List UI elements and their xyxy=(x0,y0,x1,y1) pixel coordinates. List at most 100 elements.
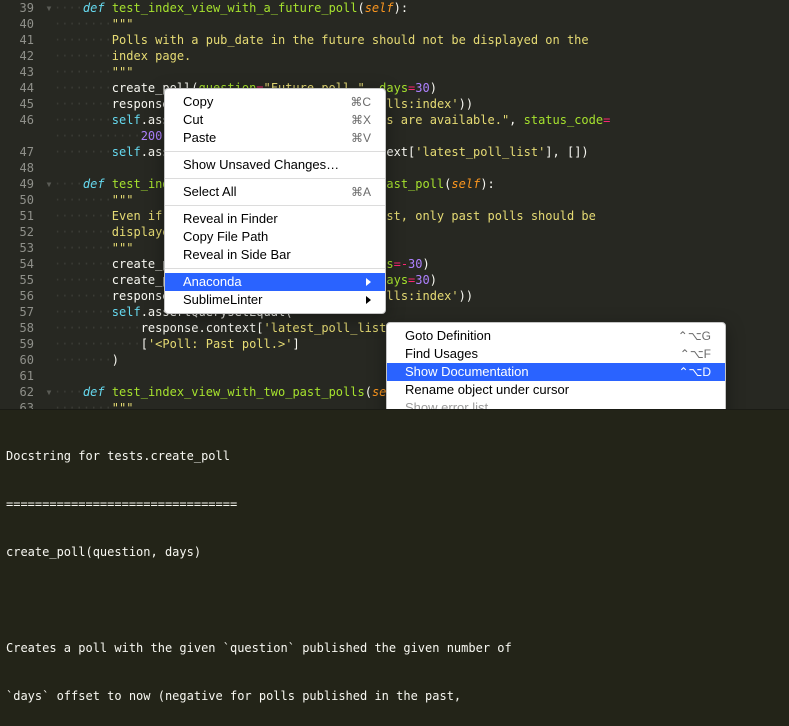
code-line[interactable]: 51········Even if both past and future p… xyxy=(0,208,789,224)
menu-item-label: SublimeLinter xyxy=(183,291,263,309)
code-line[interactable]: 55········create_poll(question="Future p… xyxy=(0,272,789,288)
code-line[interactable]: ············200) xyxy=(0,128,789,144)
fold-marker xyxy=(44,96,54,112)
submenu-arrow-icon xyxy=(366,296,371,304)
context-menu-item[interactable]: Select All ⌘A xyxy=(165,183,385,201)
fold-marker xyxy=(44,160,54,176)
menu-item-label: Show Documentation xyxy=(405,363,529,381)
menu-item-label: Reveal in Side Bar xyxy=(183,246,291,264)
fold-marker xyxy=(44,112,54,128)
fold-marker: ▾ xyxy=(44,176,54,192)
anaconda-menu-item[interactable]: Show Documentation⌃⌥D xyxy=(387,363,725,381)
menu-separator xyxy=(165,178,385,179)
context-menu-item[interactable]: Paste ⌘V xyxy=(165,129,385,147)
submenu-arrow-icon xyxy=(366,278,371,286)
menu-item-label: Reveal in Finder xyxy=(183,210,278,228)
menu-item-label: Find Usages xyxy=(405,345,478,363)
line-number: 46 xyxy=(0,112,44,128)
line-number: 50 xyxy=(0,192,44,208)
code-content[interactable]: ····def test_index_view_with_a_future_po… xyxy=(54,0,789,16)
code-line[interactable]: 42 ········index page. xyxy=(0,48,789,64)
fold-marker xyxy=(44,304,54,320)
fold-marker xyxy=(44,352,54,368)
line-number: 58 xyxy=(0,320,44,336)
anaconda-menu-item[interactable]: Rename object under cursor xyxy=(387,381,725,399)
code-line[interactable]: 56········response = self.client.get(rev… xyxy=(0,288,789,304)
context-menu-item[interactable]: SublimeLinter xyxy=(165,291,385,309)
line-number: 47 xyxy=(0,144,44,160)
code-line[interactable]: 39▾····def test_index_view_with_a_future… xyxy=(0,0,789,16)
code-line[interactable]: 40 ········""" xyxy=(0,16,789,32)
line-number: 54 xyxy=(0,256,44,272)
fold-marker xyxy=(44,256,54,272)
menu-separator xyxy=(165,151,385,152)
doc-title: Docstring for tests.create_poll xyxy=(6,448,783,464)
menu-item-label: Paste xyxy=(183,129,216,147)
fold-marker: ▾ xyxy=(44,384,54,400)
menu-shortcut: ⌃⌥G xyxy=(678,327,711,345)
code-line[interactable]: 52········displayed. xyxy=(0,224,789,240)
context-menu-item[interactable]: Copy ⌘C xyxy=(165,93,385,111)
code-line[interactable]: 41 ········Polls with a pub_date in the f… xyxy=(0,32,789,48)
line-number: 45 xyxy=(0,96,44,112)
fold-marker xyxy=(44,368,54,384)
line-number: 56 xyxy=(0,288,44,304)
menu-item-label: Show Unsaved Changes… xyxy=(183,156,339,174)
code-content[interactable]: ········""" xyxy=(54,16,789,32)
code-line[interactable]: 57········self.assertQuerysetEqual( xyxy=(0,304,789,320)
fold-marker xyxy=(44,16,54,32)
code-line[interactable]: 48 xyxy=(0,160,789,176)
doc-signature: create_poll(question, days) xyxy=(6,544,783,560)
line-number: 53 xyxy=(0,240,44,256)
code-line[interactable]: 47········self.assertQuerysetEqual(respo… xyxy=(0,144,789,160)
code-content[interactable]: ········Polls with a pub_date in the fut… xyxy=(54,32,789,48)
code-content[interactable]: ········""" xyxy=(54,64,789,80)
menu-shortcut: ⌘A xyxy=(351,183,371,201)
context-menu-item[interactable]: Reveal in Side Bar xyxy=(165,246,385,264)
doc-rule: ================================ xyxy=(6,496,783,512)
code-line[interactable]: 54········create_poll(question="Past pol… xyxy=(0,256,789,272)
menu-shortcut: ⌘X xyxy=(351,111,371,129)
line-number: 43 xyxy=(0,64,44,80)
line-number: 42 xyxy=(0,48,44,64)
doc-body-line: `days` offset to now (negative for polls… xyxy=(6,688,783,704)
line-number: 59 xyxy=(0,336,44,352)
fold-marker xyxy=(44,64,54,80)
menu-shortcut: ⌘V xyxy=(351,129,371,147)
menu-item-label: Rename object under cursor xyxy=(405,381,569,399)
context-menu-item[interactable]: Cut ⌘X xyxy=(165,111,385,129)
line-number: 55 xyxy=(0,272,44,288)
code-line[interactable]: 50········""" xyxy=(0,192,789,208)
fold-marker xyxy=(44,320,54,336)
menu-separator xyxy=(165,205,385,206)
context-menu-item[interactable]: Anaconda xyxy=(165,273,385,291)
context-menu-main[interactable]: Copy ⌘C Cut ⌘X Paste ⌘V Show Unsaved Changes… S… xyxy=(164,88,386,314)
line-number: 60 xyxy=(0,352,44,368)
context-menu-item[interactable]: Show Unsaved Changes… xyxy=(165,156,385,174)
line-number: 41 xyxy=(0,32,44,48)
menu-item-label: Cut xyxy=(183,111,203,129)
code-line[interactable]: 45········response = self.client.get(rev… xyxy=(0,96,789,112)
fold-marker xyxy=(44,128,54,144)
code-line[interactable]: 53········""" xyxy=(0,240,789,256)
menu-shortcut: ⌘C xyxy=(350,93,371,111)
code-content[interactable]: ········index page. xyxy=(54,48,789,64)
fold-marker xyxy=(44,288,54,304)
context-menu-item[interactable]: Reveal in Finder xyxy=(165,210,385,228)
line-number: 62 xyxy=(0,384,44,400)
menu-item-label: Goto Definition xyxy=(405,327,491,345)
anaconda-menu-item[interactable]: Find Usages⌃⌥F xyxy=(387,345,725,363)
line-number: 52 xyxy=(0,224,44,240)
line-number: 40 xyxy=(0,16,44,32)
menu-item-label: Select All xyxy=(183,183,236,201)
fold-marker xyxy=(44,336,54,352)
line-number: 44 xyxy=(0,80,44,96)
menu-item-label: Anaconda xyxy=(183,273,242,291)
code-line[interactable]: 43 ········""" xyxy=(0,64,789,80)
context-menu-item[interactable]: Copy File Path xyxy=(165,228,385,246)
code-line[interactable]: 44········create_poll(question="Future p… xyxy=(0,80,789,96)
code-line[interactable]: 49▾····def test_index_view_with_future_p… xyxy=(0,176,789,192)
menu-item-label: Copy xyxy=(183,93,213,111)
code-line[interactable]: 46········self.assertContains(response, … xyxy=(0,112,789,128)
anaconda-menu-item[interactable]: Goto Definition ⌃⌥G xyxy=(387,327,725,345)
